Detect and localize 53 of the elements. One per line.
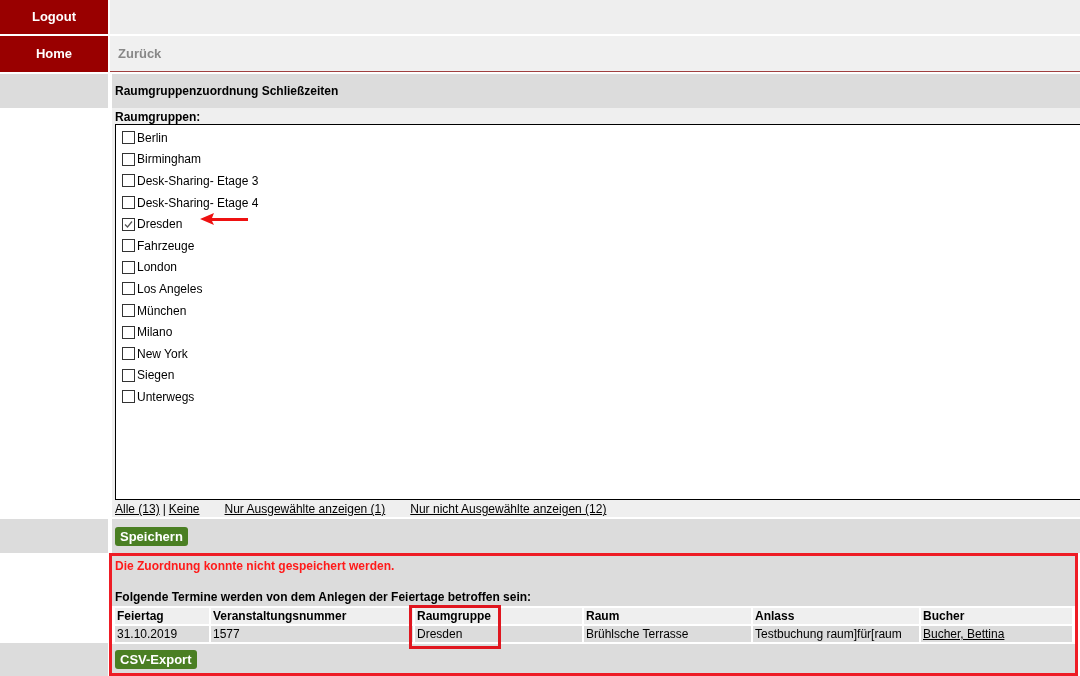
checkbox-label: Birmingham bbox=[137, 151, 202, 169]
checkbox[interactable] bbox=[122, 368, 135, 382]
checkbox[interactable] bbox=[122, 347, 135, 361]
checkbox-label: Desk-Sharing- Etage 3 bbox=[137, 173, 259, 190]
list-box[interactable]: Berlin Birmingham Desk-Sharing- Etage 3 Desk-Sharing- Etage 4 Dresden Fahrzeuge London Los Angeles München Milano New York Siegen Unterwegs bbox=[115, 124, 1080, 500]
checkbox-label: London bbox=[137, 259, 178, 277]
column-header: Veranstaltungsnummer bbox=[211, 608, 413, 624]
checkbox-label: Desk-Sharing- Etage 4 bbox=[137, 194, 259, 212]
checkbox[interactable] bbox=[122, 152, 135, 166]
column-header: Raum bbox=[584, 608, 751, 624]
info-text: Folgende Termine werden von dem Anlegen der Feiertage betroffen sein: bbox=[114, 590, 533, 604]
checkbox-label: Dresden bbox=[137, 216, 183, 234]
column-header: Bucher bbox=[921, 608, 1072, 624]
column-header: Feiertag bbox=[115, 608, 209, 624]
separator-text: | bbox=[161, 501, 167, 518]
table-cell: 1577 bbox=[211, 626, 413, 642]
checkbox[interactable] bbox=[122, 217, 135, 231]
column-header: Raumgruppe bbox=[415, 608, 582, 624]
checkbox-label: Los Angeles bbox=[137, 280, 203, 298]
annotation-arrow bbox=[198, 212, 250, 226]
save-button[interactable]: Speichern bbox=[115, 526, 188, 546]
checkbox[interactable] bbox=[122, 196, 135, 210]
table-cell: 31.10.2019 bbox=[115, 626, 209, 642]
select-none-link[interactable]: Keine bbox=[168, 500, 200, 518]
checkbox[interactable] bbox=[122, 304, 135, 318]
error-message: Die Zuordnung konnte nicht gespeichert werden. bbox=[114, 558, 396, 573]
home-button[interactable]: Home bbox=[0, 36, 108, 72]
checkbox-label: München bbox=[137, 302, 187, 320]
checkbox[interactable] bbox=[122, 325, 135, 339]
checkbox-label: New York bbox=[137, 345, 188, 363]
table-cell: Testbuchung raum]für[raum bbox=[753, 626, 919, 642]
booker-link[interactable]: Bucher, Bettina bbox=[923, 627, 1005, 641]
logout-button[interactable]: Logout bbox=[0, 0, 108, 34]
show-selected-link[interactable]: Nur Ausgewählte anzeigen (1) bbox=[224, 500, 386, 518]
column-header: Anlass bbox=[753, 608, 919, 624]
checkbox[interactable] bbox=[122, 131, 135, 145]
show-unselected-link[interactable]: Nur nicht Ausgewählte anzeigen (12) bbox=[410, 500, 607, 518]
checkbox[interactable] bbox=[122, 174, 135, 188]
select-all-link[interactable]: Alle (13) bbox=[115, 500, 160, 518]
checkbox-label: Unterwegs bbox=[137, 388, 195, 406]
checkbox[interactable] bbox=[122, 390, 135, 404]
checkbox[interactable] bbox=[122, 239, 135, 253]
checkbox-label: Fahrzeuge bbox=[137, 237, 195, 255]
page-title: Raumgruppenzuordnung Schließzeiten bbox=[115, 83, 339, 100]
checkbox-label: Berlin bbox=[137, 129, 168, 147]
table-cell: Brühlsche Terrasse bbox=[584, 626, 751, 642]
checkbox-label: Milano bbox=[137, 324, 173, 342]
checkbox[interactable] bbox=[122, 282, 135, 296]
checkbox[interactable] bbox=[122, 260, 135, 274]
field-label: Raumgruppen: bbox=[115, 110, 202, 124]
csv-export-button[interactable]: CSV-Export bbox=[115, 650, 197, 669]
checkbox-label: Siegen bbox=[137, 367, 175, 385]
table-cell: Dresden bbox=[415, 626, 582, 642]
